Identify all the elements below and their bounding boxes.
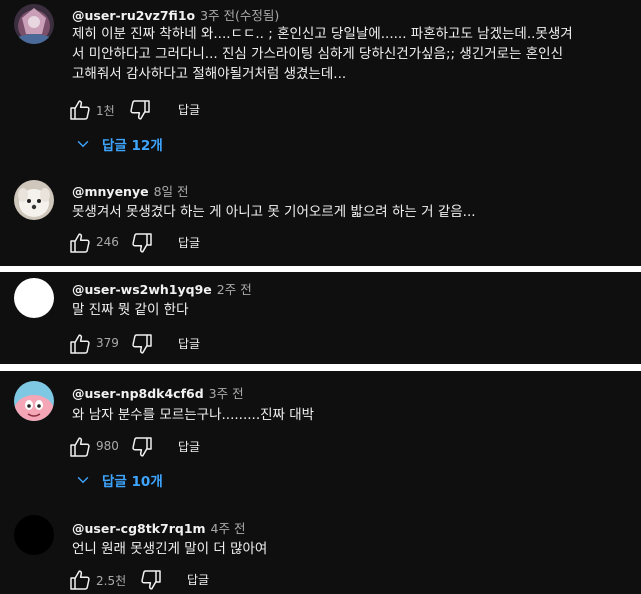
thumbs-down-icon [130,332,154,356]
thumbs-up-icon [68,332,92,356]
like-count: 1천 [96,104,115,118]
view-replies-button[interactable]: 답글 12개 [74,134,163,158]
author-name[interactable]: @user-cg8tk7rq1m [72,521,206,536]
chevron-down-icon [74,135,92,153]
comments-panel-3: @user-np8dk4cf6d 3주 전 와 남자 분수를 모르는구나.....… [0,371,641,594]
like-button[interactable] [68,435,92,459]
comment-timestamp[interactable]: 8일 전 [154,184,189,199]
comment-timestamp[interactable]: 3주 전(수정됨) [200,8,279,23]
comment-header: @user-ru2vz7fi1o 3주 전(수정됨) [72,5,279,24]
thumbs-up-icon [68,231,92,255]
dislike-button[interactable] [128,98,152,122]
dislike-button[interactable] [139,568,163,592]
comment-header: @user-np8dk4cf6d 3주 전 [72,383,244,402]
reply-button[interactable]: 답글 [178,234,200,251]
comment-actions: 379 답글 [68,332,288,356]
replies-count-label: 답글 10개 [102,474,163,490]
comment-timestamp[interactable]: 3주 전 [209,386,244,401]
avatar[interactable] [14,381,54,421]
comment-actions: 2.5천 답글 [68,568,288,592]
comment-header: @mnyenye 8일 전 [72,181,189,200]
like-count: 379 [96,336,119,350]
avatar[interactable] [14,515,54,555]
author-name[interactable]: @user-ru2vz7fi1o [72,8,195,23]
comment-text: 언니 원래 못생긴게 말이 더 많아여 [72,541,268,557]
like-button[interactable] [68,568,92,592]
avatar[interactable] [14,180,54,220]
thumbs-up-icon [68,435,92,459]
comment-text: 와 남자 분수를 모르는구나.........진짜 대박 [72,407,315,423]
dislike-button[interactable] [130,332,154,356]
comment-text: 말 진짜 뭣 같이 한다 [72,302,189,318]
comment-text: 못생겨서 못생겼다 하는 게 아니고 못 기어오르게 밟으려 하는 거 같음..… [72,204,476,220]
reply-button[interactable]: 답글 [187,571,209,588]
chevron-down-icon [74,471,92,489]
author-name[interactable]: @user-np8dk4cf6d [72,386,204,401]
comment-actions: 1천 답글 [68,98,288,122]
comment-header: @user-cg8tk7rq1m 4주 전 [72,518,245,537]
like-button[interactable] [68,98,92,122]
like-count: 980 [96,439,119,453]
reply-button[interactable]: 답글 [178,101,200,118]
thumbs-down-icon [139,568,163,592]
reply-button[interactable]: 답글 [178,438,200,455]
dislike-button[interactable] [130,231,154,255]
dislike-button[interactable] [130,435,154,459]
author-name[interactable]: @user-ws2wh1yq9e [72,282,212,297]
like-count: 2.5천 [96,574,127,588]
reply-button[interactable]: 답글 [178,335,200,352]
avatar[interactable] [14,4,54,44]
comment-text: 제히 이분 진짜 착하네 와....ㄷㄷ.. ; 혼인신고 당일날에......… [72,26,573,82]
thumbs-up-icon [68,98,92,122]
like-button[interactable] [68,231,92,255]
comment-timestamp[interactable]: 2주 전 [217,282,252,297]
comments-panel-2: @user-ws2wh1yq9e 2주 전 말 진짜 뭣 같이 한다 379 답글 [0,272,641,364]
comment-actions: 980 답글 [68,435,288,459]
thumbs-down-icon [130,435,154,459]
view-replies-button[interactable]: 답글 10개 [74,470,163,494]
comment-timestamp[interactable]: 4주 전 [211,521,246,536]
comments-panel-1: @user-ru2vz7fi1o 3주 전(수정됨) 제히 이분 진짜 착하네 와… [0,0,641,266]
thumbs-down-icon [130,231,154,255]
comment-header: @user-ws2wh1yq9e 2주 전 [72,279,252,298]
like-count: 246 [96,235,119,249]
thumbs-down-icon [128,98,152,122]
avatar[interactable] [14,278,54,318]
author-name[interactable]: @mnyenye [72,184,149,199]
like-button[interactable] [68,332,92,356]
comment-actions: 246 답글 [68,231,288,255]
replies-count-label: 답글 12개 [102,138,163,154]
thumbs-up-icon [68,568,92,592]
